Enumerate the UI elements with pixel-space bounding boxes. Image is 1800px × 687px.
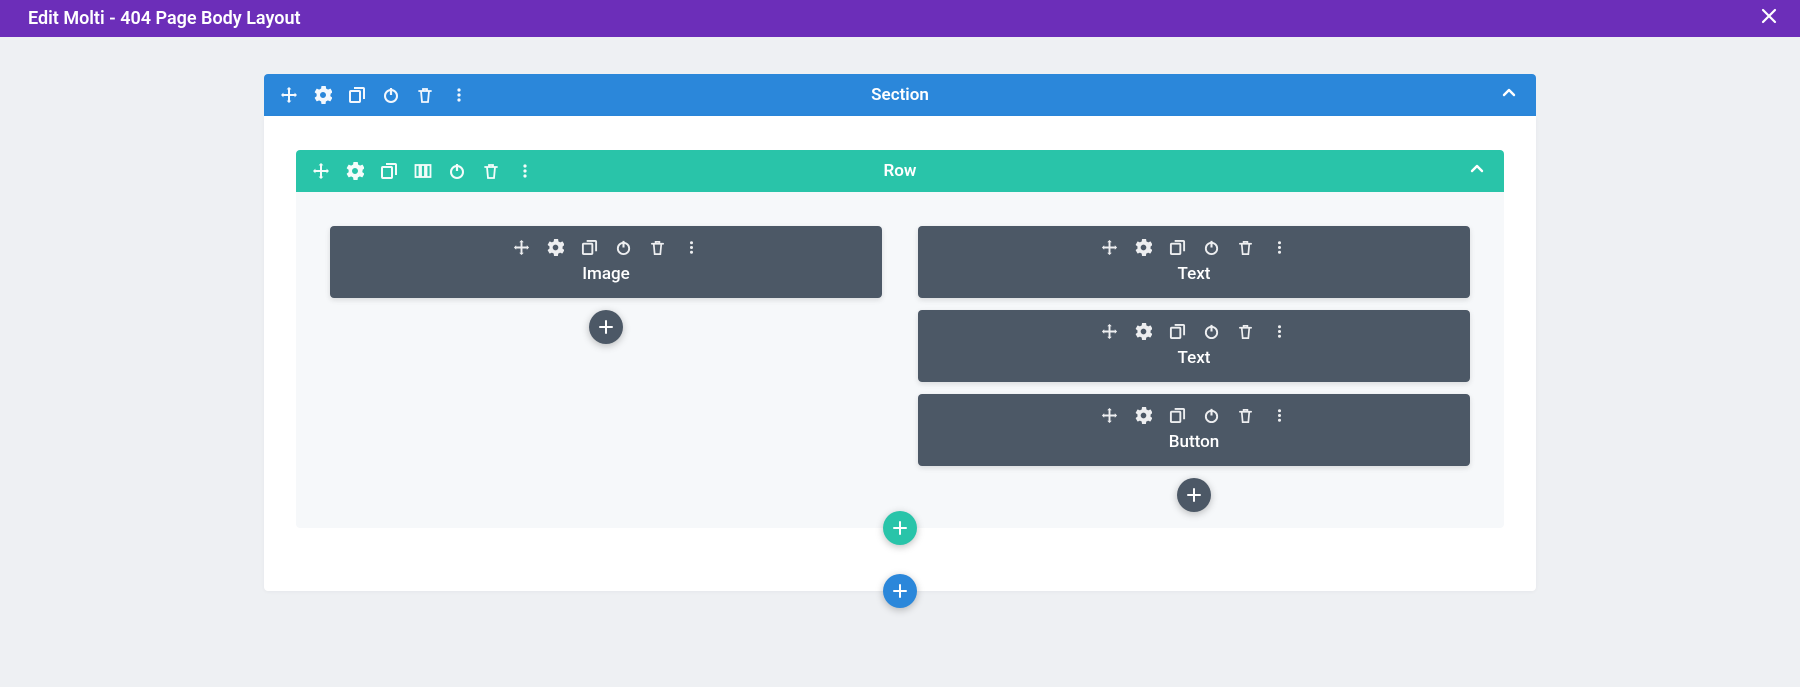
add-section-button[interactable]	[883, 574, 917, 608]
close-button[interactable]	[1756, 3, 1782, 34]
close-icon	[1760, 7, 1778, 25]
section-header[interactable]: Section	[264, 74, 1536, 116]
module-label: Button	[928, 432, 1460, 452]
module-label: Text	[928, 264, 1460, 284]
duplicate-icon[interactable]	[1168, 322, 1186, 340]
plus-icon	[892, 520, 908, 536]
plus-icon	[1186, 487, 1202, 503]
gear-icon[interactable]	[1134, 322, 1152, 340]
duplicate-icon[interactable]	[1168, 406, 1186, 424]
collapse-row-button[interactable]	[1468, 160, 1486, 182]
module-block[interactable]: Button	[918, 394, 1470, 466]
add-module-button[interactable]	[589, 310, 623, 344]
column: Image	[330, 226, 882, 512]
module-toolbar	[928, 322, 1460, 340]
trash-icon[interactable]	[416, 86, 434, 104]
page-title: Edit Molti - 404 Page Body Layout	[28, 8, 301, 29]
section-body: Row Image Text	[264, 116, 1536, 591]
gear-icon[interactable]	[346, 162, 364, 180]
row-header[interactable]: Row	[296, 150, 1504, 192]
module-block[interactable]: Image	[330, 226, 882, 298]
more-icon[interactable]	[516, 162, 534, 180]
add-row-button[interactable]	[883, 511, 917, 545]
move-icon[interactable]	[1100, 406, 1118, 424]
row-body: Image Text Text	[296, 192, 1504, 528]
power-icon[interactable]	[448, 162, 466, 180]
chevron-up-icon	[1468, 160, 1486, 178]
section-label: Section	[871, 85, 929, 105]
move-icon[interactable]	[1100, 238, 1118, 256]
module-block[interactable]: Text	[918, 310, 1470, 382]
trash-icon[interactable]	[482, 162, 500, 180]
more-icon[interactable]	[682, 238, 700, 256]
power-icon[interactable]	[1202, 238, 1220, 256]
collapse-section-button[interactable]	[1500, 84, 1518, 106]
power-icon[interactable]	[614, 238, 632, 256]
top-bar: Edit Molti - 404 Page Body Layout	[0, 0, 1800, 37]
more-icon[interactable]	[1270, 238, 1288, 256]
duplicate-icon[interactable]	[380, 162, 398, 180]
gear-icon[interactable]	[546, 238, 564, 256]
row-label: Row	[884, 161, 917, 181]
section-toolbar	[264, 86, 468, 104]
move-icon[interactable]	[280, 86, 298, 104]
row-toolbar	[296, 162, 534, 180]
duplicate-icon[interactable]	[348, 86, 366, 104]
power-icon[interactable]	[1202, 322, 1220, 340]
chevron-up-icon	[1500, 84, 1518, 102]
trash-icon[interactable]	[1236, 322, 1254, 340]
module-block[interactable]: Text	[918, 226, 1470, 298]
more-icon[interactable]	[450, 86, 468, 104]
duplicate-icon[interactable]	[1168, 238, 1186, 256]
trash-icon[interactable]	[1236, 406, 1254, 424]
power-icon[interactable]	[1202, 406, 1220, 424]
plus-icon	[892, 583, 908, 599]
columns-icon[interactable]	[414, 162, 432, 180]
module-toolbar	[928, 238, 1460, 256]
trash-icon[interactable]	[648, 238, 666, 256]
module-toolbar	[340, 238, 872, 256]
add-module-button[interactable]	[1177, 478, 1211, 512]
gear-icon[interactable]	[1134, 238, 1152, 256]
column: Text Text Button	[918, 226, 1470, 512]
module-toolbar	[928, 406, 1460, 424]
plus-icon	[598, 319, 614, 335]
module-label: Image	[340, 264, 872, 284]
move-icon[interactable]	[512, 238, 530, 256]
gear-icon[interactable]	[314, 86, 332, 104]
move-icon[interactable]	[312, 162, 330, 180]
more-icon[interactable]	[1270, 406, 1288, 424]
more-icon[interactable]	[1270, 322, 1288, 340]
power-icon[interactable]	[382, 86, 400, 104]
module-label: Text	[928, 348, 1460, 368]
move-icon[interactable]	[1100, 322, 1118, 340]
trash-icon[interactable]	[1236, 238, 1254, 256]
duplicate-icon[interactable]	[580, 238, 598, 256]
gear-icon[interactable]	[1134, 406, 1152, 424]
